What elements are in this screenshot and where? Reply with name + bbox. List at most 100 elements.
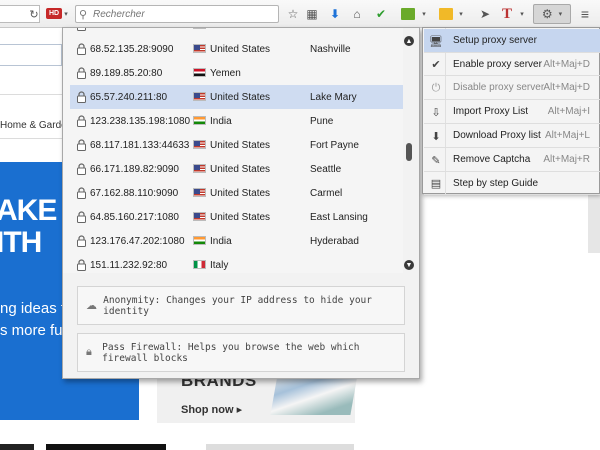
menu-item-setup-proxy-server[interactable]: 🖥 Setup proxy server — [424, 29, 600, 53]
text-tool-dropdown-icon[interactable]: ▾ — [518, 4, 526, 24]
thumbnail[interactable] — [206, 444, 354, 450]
proxy-country: India — [210, 115, 232, 127]
flag-us-icon — [193, 188, 206, 197]
firewall-info-box: 🔒︎ Pass Firewall: Helps you browse the w… — [77, 333, 405, 372]
proxy-extension-button[interactable]: ⚙ ▾ — [533, 4, 571, 24]
proxy-country: United States — [210, 91, 271, 103]
reload-icon[interactable]: ↻ — [28, 4, 40, 24]
yellow-note-dropdown-icon[interactable]: ▾ — [457, 4, 465, 24]
send-icon[interactable]: ➤ — [478, 4, 492, 24]
menu-item-import-proxy-list[interactable]: ⇩ Import Proxy List Alt+Maj+I — [424, 100, 600, 124]
proxy-ip: 123.176.47.202:1080 — [90, 235, 185, 247]
proxy-row[interactable]: 65.57.240.211:80 United States Lake Mary — [70, 85, 403, 109]
hamburger-menu-icon[interactable]: ≡ — [578, 4, 592, 24]
proxy-list: 72.214.51.0:0000 United States Ark 68.52.13… — [63, 28, 403, 273]
padlock-icon — [77, 259, 86, 271]
check-icon: ✔ — [431, 59, 441, 72]
search-engine-icon[interactable]: HD — [46, 8, 62, 19]
page-scrollbar[interactable] — [588, 193, 600, 253]
reading-list-icon[interactable]: ▦ — [305, 4, 319, 24]
scrollbar-thumb[interactable] — [406, 143, 412, 161]
import-icon: ⇩ — [431, 106, 441, 119]
proxy-city: Fort Payne — [310, 139, 359, 151]
proxy-row[interactable]: 151.11.232.92:80 Italy — [70, 253, 403, 273]
proxy-city: Nashville — [310, 43, 351, 55]
proxy-row[interactable]: 64.85.160.217:1080 United States East Lans… — [70, 205, 403, 229]
hero-headline-line-1: AKE — [0, 194, 57, 227]
thumbnail[interactable] — [46, 444, 166, 450]
proxy-row[interactable]: 66.171.189.82:9090 United States Seattle — [70, 157, 403, 181]
padlock-icon — [77, 211, 86, 223]
engine-dropdown-chevron-icon[interactable]: ▾ — [62, 4, 70, 24]
padlock-icon — [77, 91, 86, 103]
hero-text-line-2: s more fun — [0, 322, 71, 339]
menu-item-shortcut: Alt+Maj+D — [543, 58, 590, 70]
menu-item-step-by-step-guide[interactable]: ▤ Step by step Guide — [424, 172, 600, 196]
page-header-field[interactable] — [0, 44, 62, 66]
search-box[interactable]: ⚲ — [75, 5, 279, 23]
proxy-city: East Lansing — [310, 211, 368, 223]
proxy-row[interactable]: 123.238.135.198:1080 India Pune — [70, 109, 403, 133]
book-icon: ▤ — [430, 178, 442, 191]
green-note-icon[interactable] — [398, 4, 418, 24]
flag-us-icon — [193, 212, 206, 221]
proxy-country: United States — [210, 163, 271, 175]
proxy-menu: 🖥 Setup proxy server ✔ Enable proxy server A… — [422, 27, 600, 196]
menu-item-label: Download Proxy list — [453, 129, 541, 141]
menu-item-shortcut: Alt+Maj+I — [547, 106, 590, 118]
proxy-ip: 68.52.135.28:9090 — [90, 43, 174, 55]
proxy-city: Pune — [310, 115, 334, 127]
proxy-row[interactable]: 67.162.88.110:9090 United States Carmel — [70, 181, 403, 205]
bookmark-star-icon[interactable]: ☆ — [286, 4, 300, 24]
flag-in-icon — [193, 116, 206, 125]
anonymity-info-text: Anonymity: Changes your IP address to hi… — [103, 294, 372, 317]
menu-item-label: Disable proxy server — [453, 82, 545, 94]
lock-icon: 🔒︎ — [86, 346, 92, 358]
padlock-icon — [77, 28, 86, 31]
proxy-row[interactable]: 68.52.135.28:9090 United States Nashville — [70, 37, 403, 61]
flag-ye-icon — [193, 68, 206, 77]
proxy-country: United States — [210, 187, 271, 199]
flag-in-icon — [193, 236, 206, 245]
proxy-row[interactable]: 68.117.181.133:44633 United States Fort Pa… — [70, 133, 403, 157]
menu-item-remove-captcha[interactable]: ✎ Remove Captcha Alt+Maj+R — [424, 148, 600, 172]
menu-item-download-proxy-list[interactable]: ⬇ Download Proxy list Alt+Maj+L — [424, 124, 600, 148]
thumbnail[interactable] — [0, 444, 34, 450]
scroll-down-icon[interactable]: ▼ — [404, 260, 414, 270]
menu-item-disable-proxy-server[interactable]: ⏻ Disable proxy server Alt+Maj+D — [424, 77, 600, 101]
green-note-dropdown-icon[interactable]: ▾ — [420, 4, 428, 24]
home-icon[interactable]: ⌂ — [350, 4, 364, 24]
yellow-note-icon[interactable] — [436, 4, 456, 24]
menu-item-label: Step by step Guide — [453, 177, 539, 189]
flag-us-icon — [193, 164, 206, 173]
padlock-icon — [77, 187, 86, 199]
proxy-dropdown-chevron-icon: ▾ — [558, 11, 563, 18]
proxy-ip: 66.171.189.82:9090 — [90, 163, 179, 175]
flag-us-icon — [193, 28, 206, 29]
download-icon[interactable]: ⬇ — [328, 4, 342, 24]
proxy-row[interactable]: 72.214.51.0:0000 United States Ark — [70, 28, 403, 37]
scroll-up-icon[interactable]: ▲ — [404, 36, 414, 46]
flag-it-icon — [193, 260, 206, 269]
proxy-country: Italy — [210, 259, 229, 271]
menu-item-shortcut: Alt+Maj+L — [544, 129, 590, 141]
monitor-icon: 🖥 — [429, 35, 443, 48]
proxy-ip: 72.214.51.0:0000 — [90, 28, 168, 31]
menu-item-label: Enable proxy server — [453, 58, 542, 70]
text-tool-icon[interactable]: T — [500, 4, 514, 24]
proxy-ip: 89.189.85.20:80 — [90, 67, 163, 79]
menu-item-enable-proxy-server[interactable]: ✔ Enable proxy server Alt+Maj+D — [424, 53, 600, 77]
proxy-city: Hyderabad — [310, 235, 359, 247]
divider — [0, 94, 62, 95]
search-input[interactable] — [93, 8, 273, 20]
menu-item-label: Setup proxy server — [453, 34, 537, 46]
flag-us-icon — [193, 140, 206, 149]
proxy-ip: 64.85.160.217:1080 — [90, 211, 179, 223]
proxy-list-scrollbar[interactable]: ▲ ▼ — [403, 36, 415, 270]
proxy-row[interactable]: 123.176.47.202:1080 India Hyderabad — [70, 229, 403, 253]
checkmark-extension-icon[interactable]: ✔ — [374, 4, 388, 24]
flag-us-icon — [193, 44, 206, 53]
proxy-row[interactable]: 89.189.85.20:80 Yemen — [70, 61, 403, 85]
menu-item-shortcut: Alt+Maj+R — [543, 153, 590, 165]
shop-now-link[interactable]: Shop now ▸ — [181, 403, 242, 416]
